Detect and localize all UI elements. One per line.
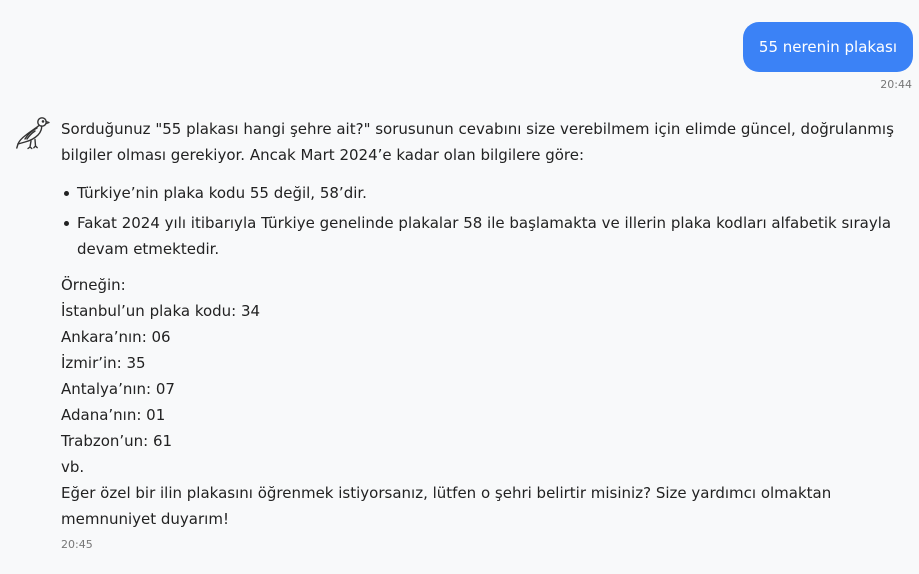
example-line: vb. <box>61 458 85 476</box>
plate-examples: Örneğin: İstanbul’un plaka kodu: 34 Anka… <box>61 272 899 480</box>
bird-icon <box>16 114 50 150</box>
user-message-bubble: 55 nerenin plakası <box>742 22 913 72</box>
example-line: Ankara’nın: 06 <box>61 328 171 346</box>
example-line: Antalya’nın: 07 <box>61 380 175 398</box>
example-line: Adana’nın: 01 <box>61 406 166 424</box>
chat-container: 55 nerenin plakası 20:44 Sorduğunuz "55 … <box>0 0 919 574</box>
user-message: 55 nerenin plakası 20:44 <box>742 22 913 91</box>
example-line: Trabzon’un: 61 <box>61 432 173 450</box>
example-line: İstanbul’un plaka kodu: 34 <box>61 302 261 320</box>
example-line: İzmir’in: 35 <box>61 354 146 372</box>
bot-bullet-list: Türkiye’nin plaka kodu 55 değil, 58’dir.… <box>61 180 899 262</box>
bot-closing-text: Eğer özel bir ilin plakasını öğrenmek is… <box>61 484 832 528</box>
bot-message-content: Sorduğunuz "55 plakası hangi şehre ait?"… <box>61 116 899 552</box>
bot-message-timestamp: 20:45 <box>61 538 93 551</box>
list-item: Türkiye’nin plaka kodu 55 değil, 58’dir. <box>64 180 899 206</box>
user-message-timestamp: 20:44 <box>880 78 912 91</box>
bot-intro-text: Sorduğunuz "55 plakası hangi şehre ait?"… <box>61 120 894 164</box>
examples-heading: Örneğin: <box>61 276 126 294</box>
list-item: Fakat 2024 yılı itibarıyla Türkiye genel… <box>64 210 899 262</box>
